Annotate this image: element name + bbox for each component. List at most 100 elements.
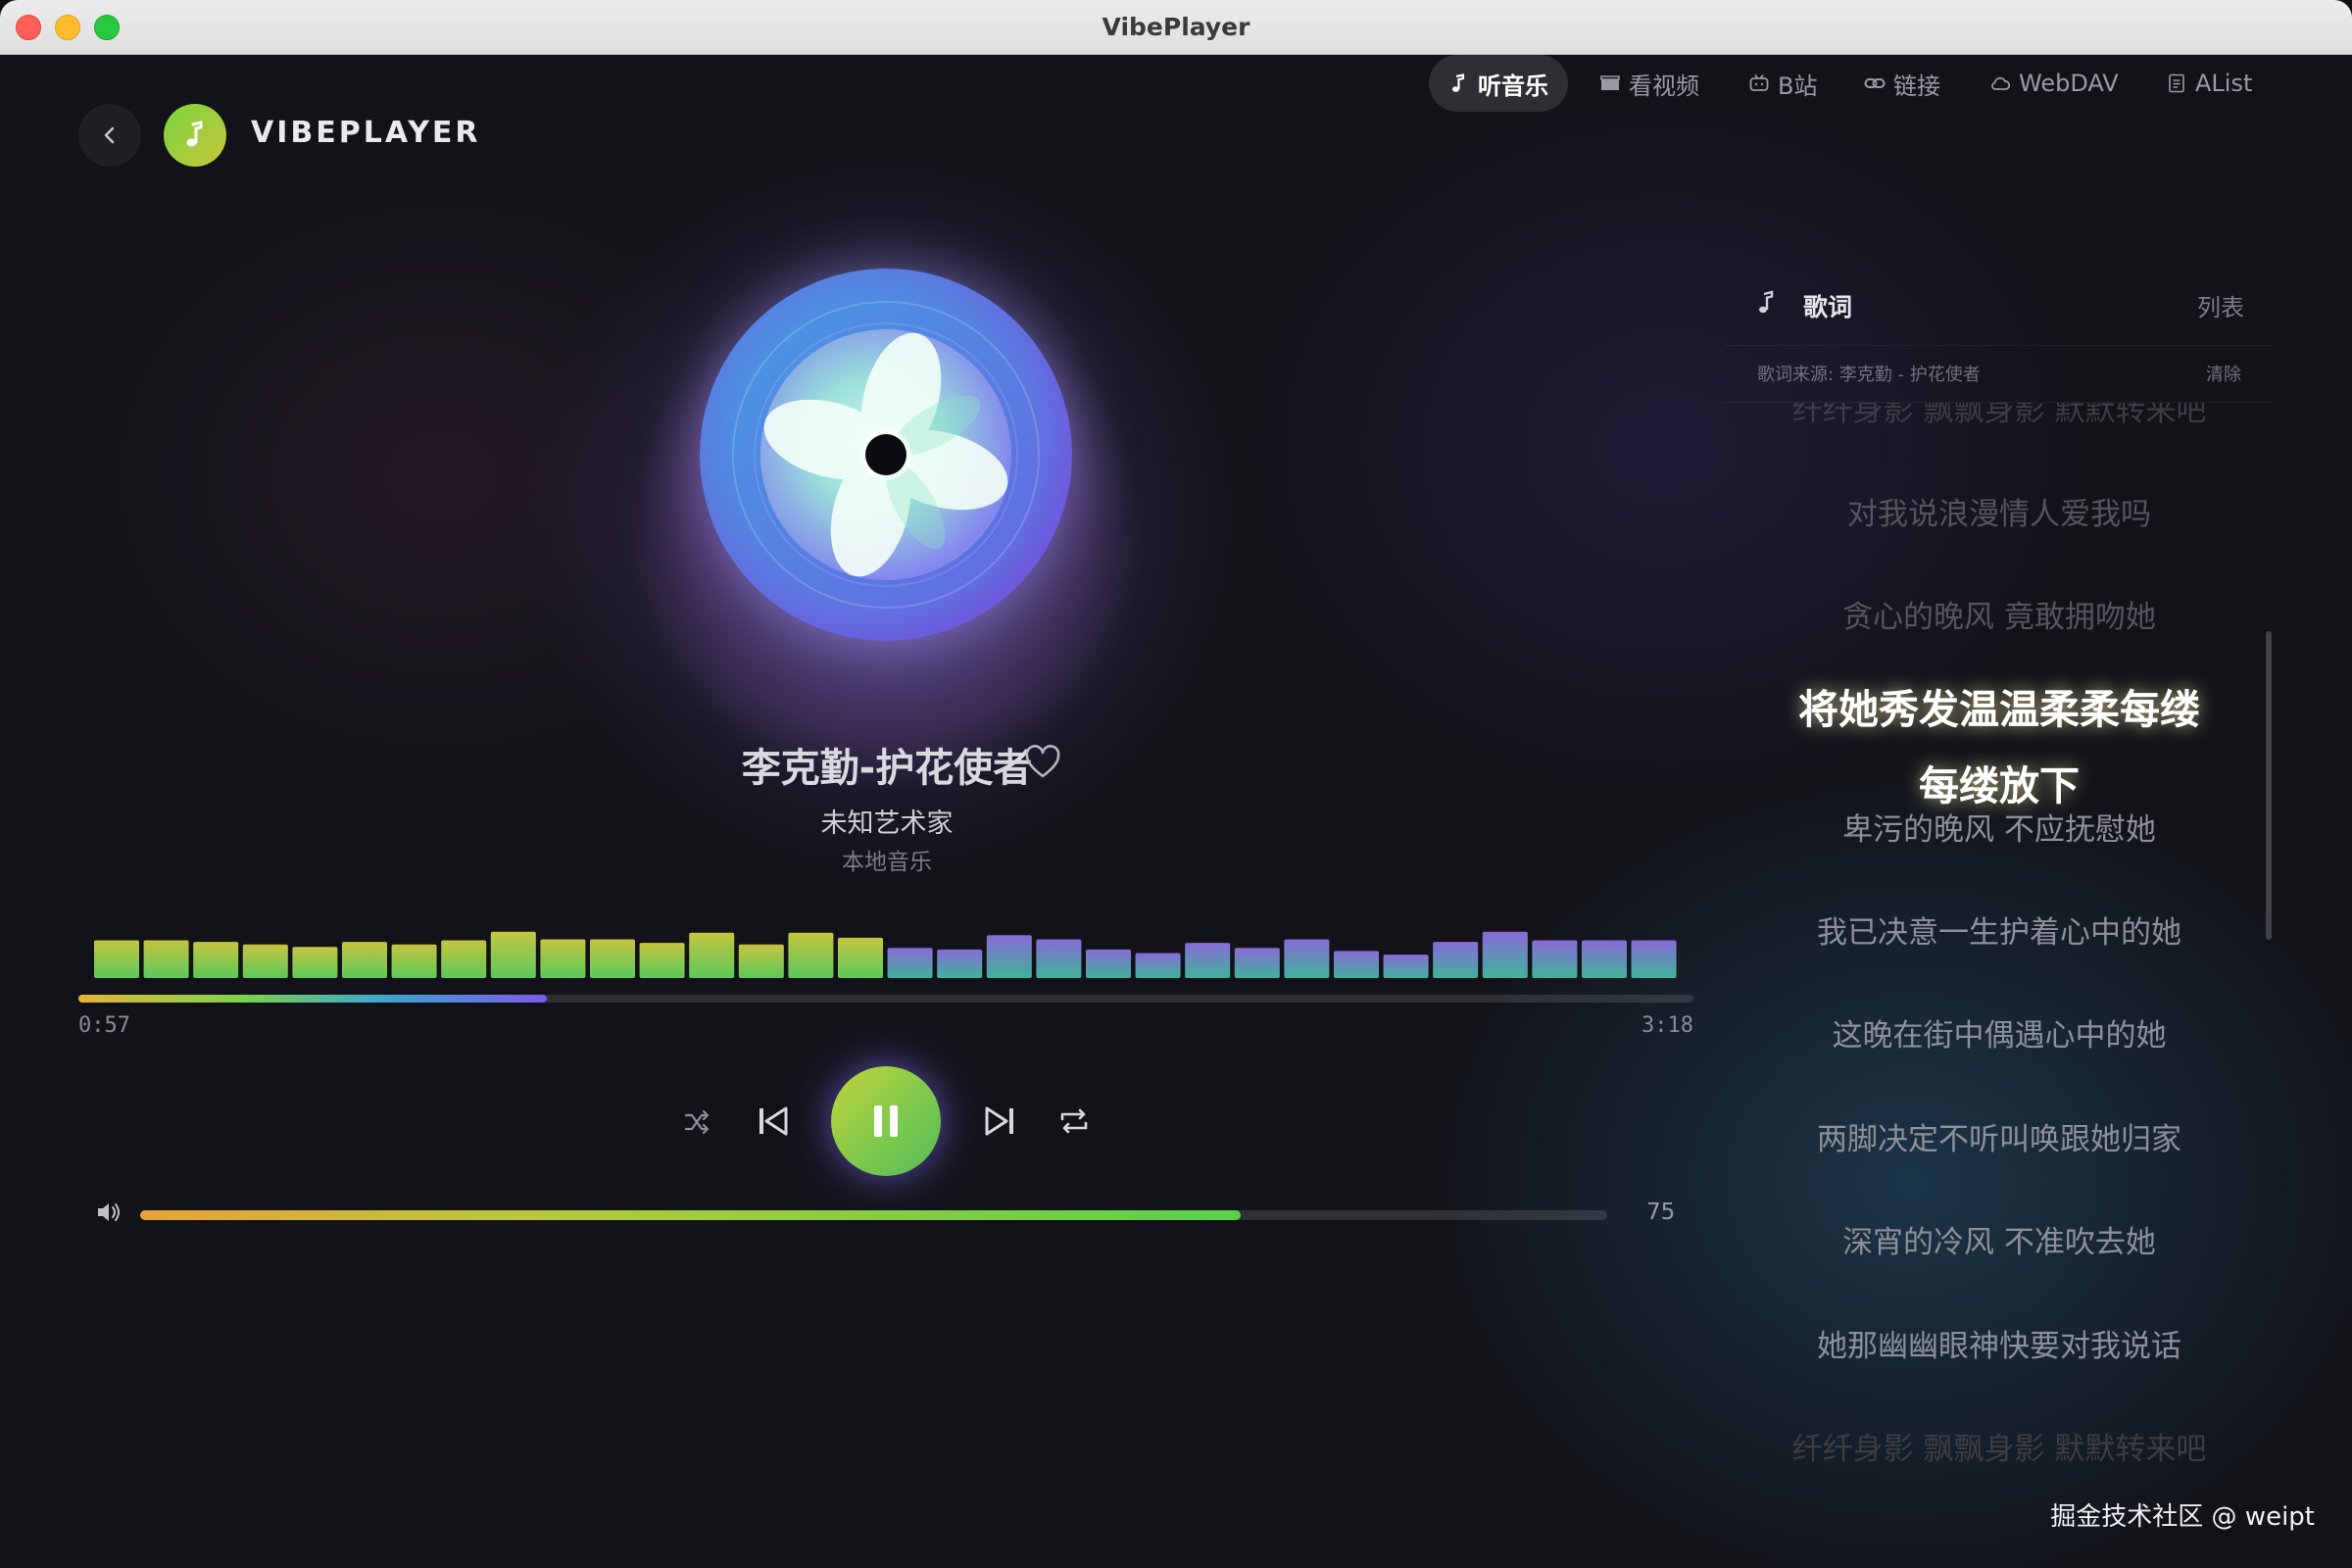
tab-music[interactable]: 听音乐 — [1429, 55, 1568, 112]
spectrum-bar — [838, 937, 883, 978]
spectrum-bar — [94, 940, 139, 978]
lyric-line: 纤纤身影 飘飘身影 默默转来吧 — [1791, 403, 2207, 428]
clear-lyrics-button[interactable]: 清除 — [2206, 361, 2241, 386]
lyric-line: 贪心的晚风 竟敢拥吻她 — [1842, 600, 2156, 635]
progress-fill — [78, 995, 547, 1003]
tab-playlist[interactable]: 列表 — [2197, 288, 2244, 322]
link-icon — [1864, 78, 1886, 88]
volume-slider[interactable] — [140, 1210, 1607, 1220]
tab-label: 看视频 — [1629, 72, 1699, 100]
previous-button[interactable] — [756, 1103, 791, 1139]
lyric-line: 她那幽幽眼神快要对我说话 — [1817, 1329, 2181, 1364]
spectrum-bar — [689, 932, 735, 978]
lyric-line: 深宵的冷风 不准吹去她 — [1842, 1225, 2156, 1260]
song-title: 李克勤-护花使者 — [741, 746, 1033, 791]
cloud-icon — [1991, 76, 2011, 90]
spectrum-bar — [1234, 948, 1280, 978]
spectrum-bar — [986, 935, 1032, 978]
tab-video[interactable]: 看视频 — [1580, 55, 1719, 112]
spectrum-bar — [738, 944, 784, 978]
list-icon — [2169, 74, 2184, 93]
music-note-icon — [1452, 74, 1465, 92]
spectrum-bar — [1086, 949, 1131, 978]
spectrum-bar — [193, 942, 239, 978]
app-logo — [164, 104, 226, 167]
chevron-left-icon — [104, 126, 115, 144]
spectrum-bar — [1036, 939, 1082, 978]
spectrum-bar — [441, 940, 487, 978]
spectrum-bar — [1433, 942, 1479, 978]
window-titlebar: VibePlayer — [0, 0, 2352, 55]
spectrum-bar — [1532, 940, 1578, 978]
spectrum-bar — [391, 944, 437, 978]
progress-bar[interactable] — [78, 995, 1693, 1003]
spectrum-bar — [143, 940, 189, 978]
spectrum-bar — [1135, 953, 1181, 978]
tab-lyrics[interactable]: 歌词 — [1803, 288, 1852, 323]
spectrum-bar — [1631, 940, 1677, 978]
heart-icon — [1025, 745, 1060, 778]
spectrum-bar — [342, 942, 387, 978]
play-pause-button[interactable] — [831, 1066, 941, 1176]
tab-bilibili[interactable]: B站 — [1729, 55, 1837, 112]
brand-name: VIBEPLAYER — [251, 116, 481, 150]
lyrics-list[interactable]: 纤纤身影 飘飘身影 默默转来吧 对我说浪漫情人爱我吗 贪心的晚风 竟敢拥吻她 将… — [1725, 403, 2274, 1559]
tab-label: B站 — [1778, 72, 1818, 100]
total-time: 3:18 — [1642, 1013, 1693, 1038]
current-time: 0:57 — [78, 1013, 130, 1038]
skip-forward-icon — [985, 1106, 1013, 1136]
music-note-icon — [1759, 290, 1774, 314]
lyrics-scrollbar[interactable] — [2266, 631, 2272, 940]
speaker-icon — [98, 1203, 120, 1221]
tv-icon — [1749, 74, 1769, 91]
lyrics-source: 歌词来源: 李克勤 - 护花使者 — [1757, 365, 1981, 385]
volume-fill — [140, 1210, 1241, 1220]
watermark: 掘金技术社区 @ weipt — [2050, 1502, 2315, 1532]
spectrum-bar — [1185, 943, 1231, 978]
shuffle-icon — [684, 1109, 710, 1135]
spectrum-bar — [540, 939, 586, 978]
spectrum-bar — [1383, 955, 1429, 978]
lyric-line-current: 将她秀发温温柔柔每缕每缕放下 — [1798, 686, 2200, 809]
tab-label: WebDAV — [2019, 70, 2119, 97]
volume-button[interactable] — [94, 1198, 123, 1227]
spectrum-bar — [490, 931, 536, 978]
lyric-line: 卑污的晚风 不应抚慰她 — [1842, 812, 2156, 848]
next-button[interactable] — [982, 1103, 1017, 1139]
spectrum-bar — [590, 939, 635, 978]
lyric-line: 对我说浪漫情人爱我吗 — [1847, 497, 2151, 532]
tab-link[interactable]: 链接 — [1844, 55, 1960, 112]
lyric-line: 两脚决定不听叫唤跟她归家 — [1817, 1122, 2181, 1157]
spectrum-bar — [1482, 931, 1528, 978]
spectrum-bar — [937, 949, 983, 978]
spectrum-bar — [242, 944, 288, 978]
repeat-icon — [1060, 1108, 1088, 1134]
lyric-line: 纤纤身影 飘飘身影 默默转来吧 — [1791, 1432, 2207, 1467]
shuffle-button[interactable] — [682, 1107, 711, 1137]
pause-icon — [874, 1105, 898, 1137]
spectrum-bar — [292, 947, 338, 978]
source-label: 本地音乐 — [842, 850, 932, 875]
music-note-icon — [186, 121, 203, 147]
spectrum-bar — [1582, 940, 1627, 978]
spectrum-bar — [1284, 939, 1330, 978]
tab-label: 听音乐 — [1478, 72, 1548, 100]
back-button[interactable] — [78, 104, 141, 167]
window-title: VibePlayer — [1102, 13, 1250, 41]
lyrics-source-row: 歌词来源: 李克勤 - 护花使者 清除 — [1725, 345, 2274, 403]
lyric-line: 这晚在街中偶遇心中的她 — [1832, 1018, 2167, 1054]
artist-name: 未知艺术家 — [820, 808, 954, 839]
app-body: VIBEPLAYER 听音乐 看视频 B站 链接 WebDAV AList 李克… — [0, 55, 2352, 1568]
lyrics-panel-header: 歌词 列表 — [1725, 259, 2274, 346]
volume-value: 75 — [1646, 1200, 1676, 1225]
spectrum-bar — [788, 932, 834, 978]
tab-webdav[interactable]: WebDAV — [1970, 55, 2138, 112]
spectrum-bar — [887, 948, 933, 978]
repeat-button[interactable] — [1056, 1103, 1092, 1139]
tab-alist[interactable]: AList — [2146, 55, 2272, 112]
spectrum-bar — [1334, 951, 1379, 978]
spectrum-bar — [639, 943, 685, 978]
album-art — [700, 269, 1072, 641]
skip-back-icon — [760, 1106, 788, 1136]
favorite-button[interactable] — [1023, 743, 1062, 782]
